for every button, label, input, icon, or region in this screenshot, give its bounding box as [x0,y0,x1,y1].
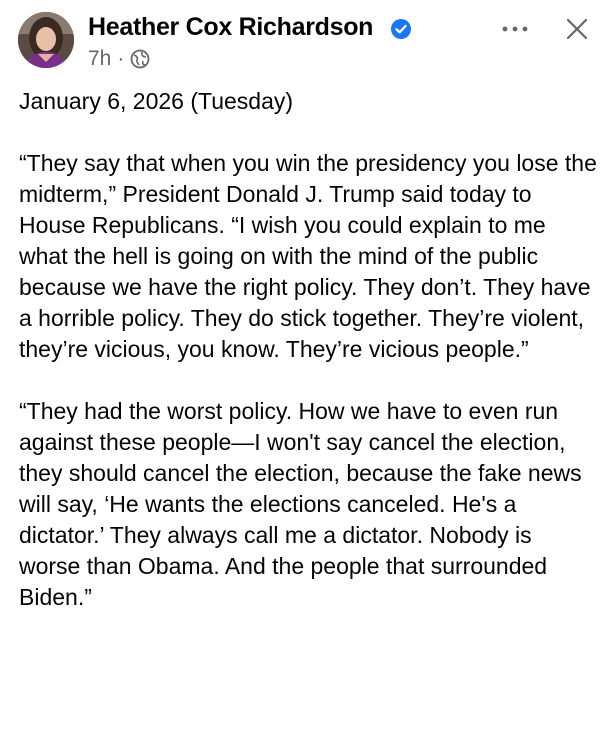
more-options-icon[interactable] [500,22,530,36]
close-icon[interactable] [565,17,589,41]
post-date-line: January 6, 2026 (Tuesday) [19,88,294,114]
post-meta: 7h · [88,46,150,72]
meta-separator: · [117,47,125,70]
avatar[interactable] [18,12,74,68]
post-paragraph-2: “They had the worst policy. How we have … [19,398,582,610]
avatar-photo [18,12,74,68]
post-paragraph-1: “They say that when you win the presiden… [19,150,597,362]
post-body: January 6, 2026 (Tuesday) “They say that… [19,86,599,644]
post-time[interactable]: 7h [88,47,111,71]
verified-badge-icon [391,19,411,39]
facebook-post: Heather Cox Richardson 7h · January 6, 2… [0,0,605,750]
globe-icon [130,49,150,69]
post-header: Heather Cox Richardson 7h · [0,0,605,80]
author-name[interactable]: Heather Cox Richardson [88,13,373,42]
